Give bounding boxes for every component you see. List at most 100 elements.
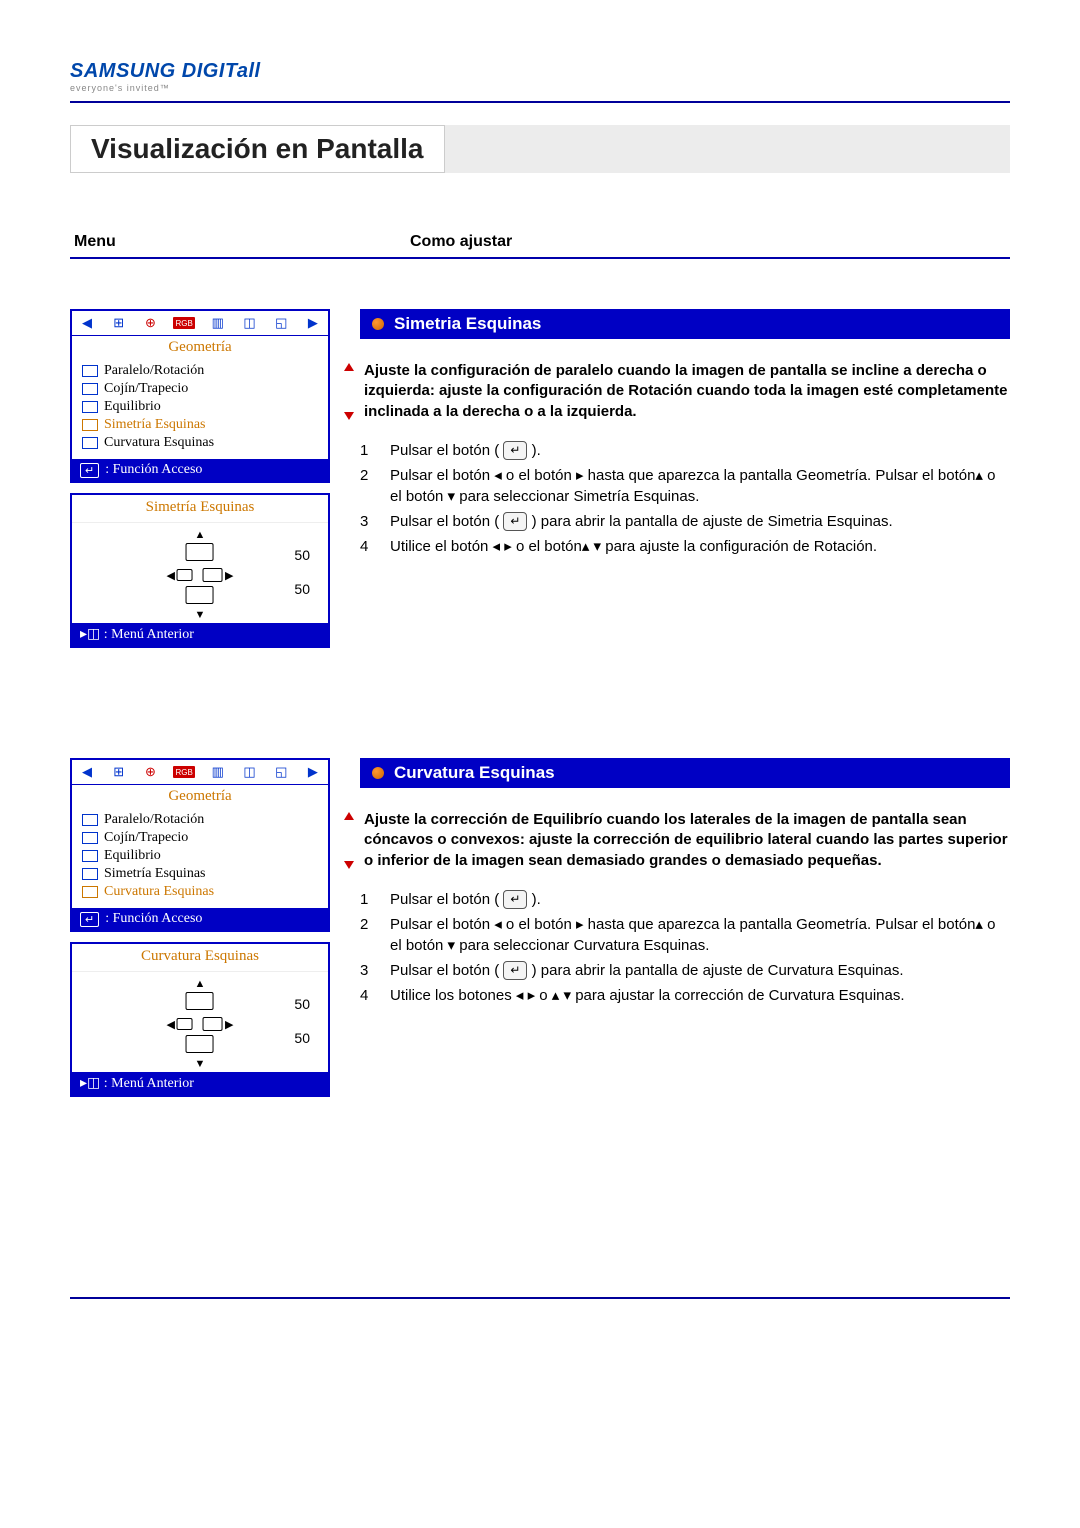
step-text: Pulsar el botón ◂ o el botón ▸ hasta que… <box>390 465 1010 507</box>
adjust-value-2: 50 <box>294 581 310 597</box>
triangle-up-icon <box>344 812 354 820</box>
section-curvatura: ◀ ⊞ ⊕ RGB ▥ ◫ ◱ ▶ Geometría Paralelo/Rot… <box>70 758 1010 1097</box>
enter-key-icon: ↵ <box>80 912 99 927</box>
geometry-icon: ◫ <box>241 764 259 780</box>
osd-menu-panel: ◀ ⊞ ⊕ RGB ▥ ◫ ◱ ▶ Geometría Paralelo/Rot… <box>70 309 330 483</box>
title-band: Visualización en Pantalla <box>70 125 1010 173</box>
enter-button-icon: ↵ <box>503 890 527 909</box>
header-divider <box>70 101 1010 103</box>
step-row: 4Utilice los botones ◂ ▸ o ▴ ▾ para ajus… <box>360 985 1010 1006</box>
osd-footer-text: : Función Acceso <box>105 911 202 927</box>
osd-adjust-title: Curvatura Esquinas <box>72 944 328 972</box>
menu-item-icon <box>82 886 98 898</box>
menu-anterior-icon: ▸◫ <box>80 1076 100 1091</box>
col-header-como-ajustar: Como ajustar <box>390 233 1010 251</box>
osd-footer: ↵ : Función Acceso <box>72 459 328 481</box>
osd-item-label: Cojín/Trapecio <box>104 381 188 397</box>
triangle-up-icon <box>344 363 354 371</box>
osd-item-label: Simetría Esquinas <box>104 417 206 433</box>
screen-icon: ▥ <box>209 315 227 331</box>
osd-adjust-title: Simetría Esquinas <box>72 495 328 523</box>
description-text: Ajuste la configuración de paralelo cuan… <box>364 362 1007 420</box>
arrow-left-icon: ◀ <box>167 1018 175 1031</box>
misc-icon: ◱ <box>272 764 290 780</box>
osd-iconbar: ◀ ⊞ ⊕ RGB ▥ ◫ ◱ ▶ <box>72 760 328 785</box>
arrow-down-icon: ▼ <box>167 1058 234 1070</box>
osd-item: Simetría Esquinas <box>82 866 318 884</box>
step-row: 3 Pulsar el botón ( ↵ ) para abrir la pan… <box>360 960 1010 981</box>
step-text: Pulsar el botón ◂ o el botón ▸ hasta que… <box>390 914 1010 956</box>
screen-icon: ▥ <box>209 764 227 780</box>
osd-menu-panel: ◀ ⊞ ⊕ RGB ▥ ◫ ◱ ▶ Geometría Paralelo/Rot… <box>70 758 330 932</box>
adjust-graphic: ▲ ◀ ▶ ▼ <box>167 978 234 1070</box>
menu-item-icon <box>82 383 98 395</box>
step-num: 3 <box>360 511 374 532</box>
osd-item-label: Simetría Esquinas <box>104 866 206 882</box>
step-num: 2 <box>360 465 374 507</box>
arrow-right-icon: ▶ <box>225 569 233 582</box>
pincushion-icon <box>186 1035 214 1053</box>
pincushion-icon <box>177 569 193 581</box>
step-num: 4 <box>360 985 374 1006</box>
osd-item-active: Curvatura Esquinas <box>82 884 318 902</box>
pincushion-icon <box>186 992 214 1010</box>
osd-adjust-panel: Simetría Esquinas ▲ ◀ ▶ ▼ 50 50 <box>70 493 330 648</box>
osd-item-label: Equilibrio <box>104 399 161 415</box>
osd-item-label: Paralelo/Rotación <box>104 812 204 828</box>
size-icon: ⊕ <box>141 764 159 780</box>
geometry-icon: ◫ <box>241 315 259 331</box>
osd-adjust-footer: ▸◫ : Menú Anterior <box>72 623 328 646</box>
menu-item-icon <box>82 868 98 880</box>
description-text: Ajuste la corrección de Equilibrío cuand… <box>364 811 1008 869</box>
nav-right-icon: ▶ <box>304 764 322 780</box>
menu-item-icon <box>82 419 98 431</box>
osd-item: Cojín/Trapecio <box>82 381 318 399</box>
osd-item: Curvatura Esquinas <box>82 435 318 453</box>
size-icon: ⊕ <box>141 315 159 331</box>
osd-item-label: Cojín/Trapecio <box>104 830 188 846</box>
menu-item-icon <box>82 832 98 844</box>
misc-icon: ◱ <box>272 315 290 331</box>
pincushion-icon <box>203 568 223 582</box>
arrow-right-icon: ▶ <box>225 1018 233 1031</box>
osd-item-label: Curvatura Esquinas <box>104 435 214 451</box>
section-simetria: ◀ ⊞ ⊕ RGB ▥ ◫ ◱ ▶ Geometría Paralelo/Rot… <box>70 309 1010 648</box>
step-row: 3Pulsar el botón ( ↵ ) para abrir la pan… <box>360 511 1010 532</box>
triangle-down-icon <box>344 412 354 420</box>
steps-list: 1Pulsar el botón ( ↵ ). 2Pulsar el botón… <box>360 889 1010 1006</box>
logo-tagline: everyone's invited™ <box>70 83 1010 93</box>
step-num: 3 <box>360 960 374 981</box>
step-row: 1Pulsar el botón ( ↵ ). <box>360 889 1010 910</box>
osd-adjust-panel: Curvatura Esquinas ▲ ◀ ▶ ▼ 50 50 <box>70 942 330 1097</box>
pincushion-icon <box>177 1018 193 1030</box>
enter-button-icon: ↵ <box>503 961 527 980</box>
bullet-icon <box>372 767 384 779</box>
step-text: Pulsar el botón ( ↵ ). <box>390 889 541 910</box>
osd-item: Cojín/Trapecio <box>82 830 318 848</box>
step-row: 1Pulsar el botón ( ↵ ). <box>360 440 1010 461</box>
osd-item: Equilibrio <box>82 399 318 417</box>
enter-button-icon: ↵ <box>503 512 527 531</box>
menu-item-icon <box>82 814 98 826</box>
col-header-menu: Menu <box>70 233 390 251</box>
osd-item-label: Curvatura Esquinas <box>104 884 214 900</box>
step-row: 2Pulsar el botón ◂ o el botón ▸ hasta qu… <box>360 914 1010 956</box>
step-text: Utilice el botón ◂ ▸ o el botón▴ ▾ para … <box>390 536 877 557</box>
position-icon: ⊞ <box>110 315 128 331</box>
arrow-left-icon: ◀ <box>167 569 175 582</box>
position-icon: ⊞ <box>110 764 128 780</box>
page-title: Visualización en Pantalla <box>91 133 424 165</box>
osd-item: Paralelo/Rotación <box>82 812 318 830</box>
menu-item-icon <box>82 365 98 377</box>
steps-list: 1Pulsar el botón ( ↵ ). 2 Pulsar el botón… <box>360 440 1010 557</box>
nav-left-icon: ◀ <box>78 764 96 780</box>
osd-iconbar: ◀ ⊞ ⊕ RGB ▥ ◫ ◱ ▶ <box>72 311 328 336</box>
pincushion-icon <box>186 586 214 604</box>
osd-item: Equilibrio <box>82 848 318 866</box>
osd-tab-label: Geometría <box>72 785 328 808</box>
adjust-graphic: ▲ ◀ ▶ ▼ <box>167 529 234 621</box>
osd-tab-label: Geometría <box>72 336 328 359</box>
step-text: Pulsar el botón ( ↵ ) para abrir la pant… <box>390 960 904 981</box>
section-header: Simetria Esquinas <box>360 309 1010 339</box>
osd-adjust-footer-text: : Menú Anterior <box>104 1076 194 1091</box>
